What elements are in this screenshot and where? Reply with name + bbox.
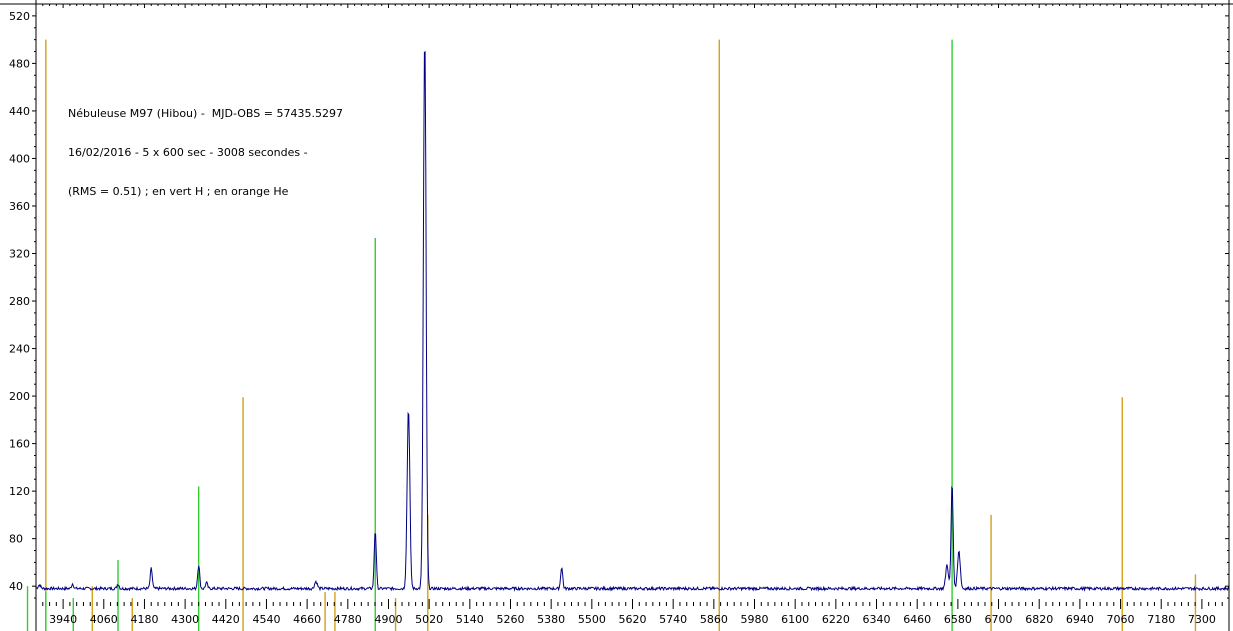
x-tick-label-6940: 6940 — [1066, 613, 1094, 626]
x-tick-label-4180: 4180 — [130, 613, 158, 626]
x-tick-label-5860: 5860 — [700, 613, 728, 626]
x-tick-label-5620: 5620 — [619, 613, 647, 626]
annotation-line-2: 16/02/2016 - 5 x 600 sec - 3008 secondes… — [68, 146, 308, 159]
x-tick-label-4420: 4420 — [212, 613, 240, 626]
y-tick-label-320: 320 — [9, 248, 30, 261]
y-tick-label-280: 280 — [9, 295, 30, 308]
x-tick-label-4300: 4300 — [171, 613, 199, 626]
chart-annotation: Nébuleuse M97 (Hibou) - MJD-OBS = 57435.… — [68, 81, 343, 211]
y-tick-label-440: 440 — [9, 105, 30, 118]
y-tick-label-40: 40 — [9, 580, 23, 593]
x-tick-label-6340: 6340 — [863, 613, 891, 626]
x-tick-label-4900: 4900 — [374, 613, 402, 626]
y-tick-label-200: 200 — [9, 390, 30, 403]
annotation-line-1: Nébuleuse M97 (Hibou) - MJD-OBS = 57435.… — [68, 107, 343, 120]
x-tick-label-4540: 4540 — [252, 613, 280, 626]
x-tick-label-5140: 5140 — [456, 613, 484, 626]
y-tick-label-80: 80 — [9, 533, 23, 546]
x-tick-label-7180: 7180 — [1147, 613, 1175, 626]
x-tick-label-6820: 6820 — [1025, 613, 1053, 626]
x-tick-label-5740: 5740 — [659, 613, 687, 626]
x-tick-label-5020: 5020 — [415, 613, 443, 626]
x-tick-label-5980: 5980 — [741, 613, 769, 626]
x-tick-label-6580: 6580 — [944, 613, 972, 626]
x-tick-label-5260: 5260 — [496, 613, 524, 626]
annotation-line-3: (RMS = 0.51) ; en vert H ; en orange He — [68, 185, 289, 198]
y-tick-label-160: 160 — [9, 438, 30, 451]
y-tick-label-240: 240 — [9, 343, 30, 356]
x-tick-label-6220: 6220 — [822, 613, 850, 626]
y-tick-label-360: 360 — [9, 200, 30, 213]
x-tick-label-7060: 7060 — [1107, 613, 1135, 626]
y-tick-label-520: 520 — [9, 10, 30, 23]
x-tick-label-6100: 6100 — [781, 613, 809, 626]
x-tick-label-5380: 5380 — [537, 613, 565, 626]
x-tick-label-5500: 5500 — [578, 613, 606, 626]
x-tick-label-6700: 6700 — [985, 613, 1013, 626]
x-tick-label-6460: 6460 — [903, 613, 931, 626]
y-tick-label-480: 480 — [9, 57, 30, 70]
y-tick-label-120: 120 — [9, 485, 30, 498]
y-tick-label-400: 400 — [9, 152, 30, 165]
x-tick-label-4780: 4780 — [334, 613, 362, 626]
x-tick-label-3940: 3940 — [49, 613, 77, 626]
x-tick-label-7300: 7300 — [1188, 613, 1216, 626]
x-tick-label-4660: 4660 — [293, 613, 321, 626]
x-tick-label-4060: 4060 — [90, 613, 118, 626]
